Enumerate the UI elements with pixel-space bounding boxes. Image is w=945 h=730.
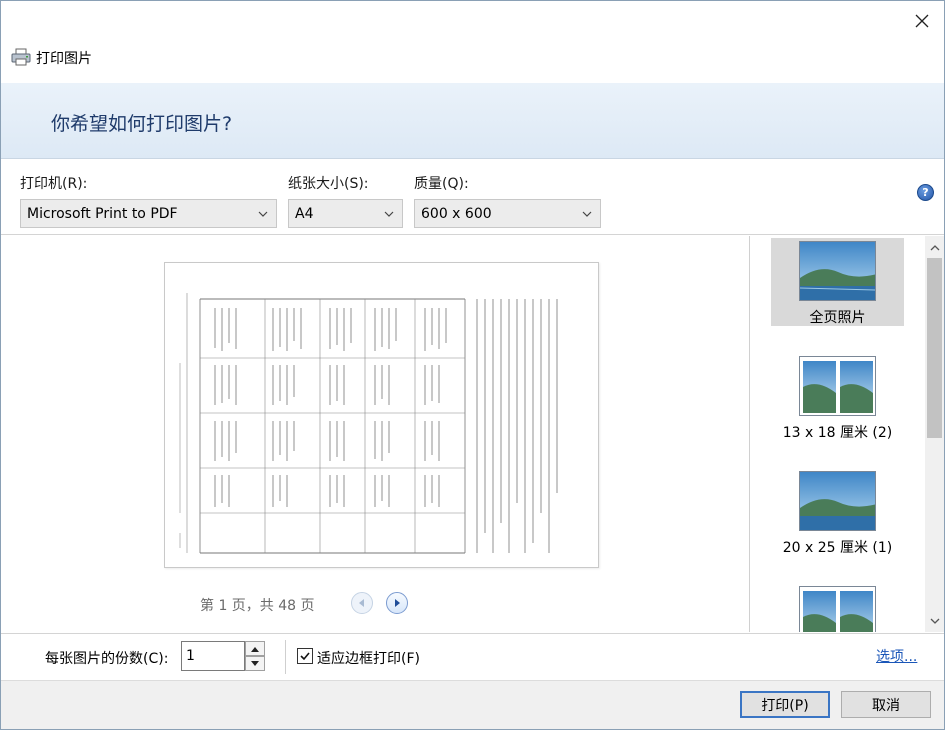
landscape-photo-icon <box>799 471 876 531</box>
dialog-heading: 你希望如何打印图片? <box>51 113 233 135</box>
arrow-right-icon <box>395 599 400 607</box>
page-preview <box>164 262 599 568</box>
window-title: 打印图片 <box>36 51 92 67</box>
chevron-up-icon <box>930 244 939 250</box>
arrow-left-icon <box>359 599 364 607</box>
title-bar: 打印图片 <box>1 1 944 83</box>
scroll-up-button[interactable] <box>925 239 944 256</box>
layout-label: 13 x 18 厘米 (2) <box>782 425 893 441</box>
scrollbar-thumb[interactable] <box>927 258 942 438</box>
chevron-down-icon <box>930 618 939 624</box>
printer-icon <box>11 48 31 66</box>
copies-label: 每张图片的份数(C): <box>45 651 169 667</box>
printer-select-value: Microsoft Print to PDF <box>27 205 178 222</box>
options-link[interactable]: 选项... <box>876 646 917 666</box>
triangle-down-icon <box>251 660 259 666</box>
page-indicator: 第 1 页，共 48 页 <box>200 598 315 614</box>
layout-item-13x18[interactable]: 13 x 18 厘米 (2) <box>771 356 904 444</box>
preview-pane: 第 1 页，共 48 页 <box>1 236 750 632</box>
fit-to-frame-checkbox[interactable] <box>297 648 313 664</box>
copies-decrement-button[interactable] <box>245 656 265 671</box>
chevron-down-icon <box>582 211 592 217</box>
close-button[interactable] <box>910 9 934 33</box>
paper-size-label: 纸张大小(S): <box>288 176 369 192</box>
layout-list: 全页照片 13 x 18 厘米 (2) 20 x 25 厘米 (1) <box>751 236 925 632</box>
dialog-footer: 打印(P) 取消 <box>1 680 944 729</box>
layout-label: 20 x 25 厘米 (1) <box>782 540 893 556</box>
close-icon <box>915 14 929 28</box>
checkmark-icon <box>300 652 310 661</box>
quality-select[interactable]: 600 x 600 <box>414 199 601 228</box>
layout-scrollbar[interactable] <box>925 236 944 632</box>
printer-select[interactable]: Microsoft Print to PDF <box>20 199 277 228</box>
next-page-button[interactable] <box>386 592 408 614</box>
quality-label: 质量(Q): <box>414 176 469 192</box>
document-preview-image <box>165 263 598 567</box>
triangle-up-icon <box>251 646 259 652</box>
separator <box>285 640 286 674</box>
cancel-button[interactable]: 取消 <box>841 691 931 718</box>
paper-size-select[interactable]: A4 <box>288 199 403 228</box>
scroll-down-button[interactable] <box>925 612 944 629</box>
print-button[interactable]: 打印(P) <box>740 691 830 718</box>
help-icon[interactable]: ? <box>917 184 934 201</box>
fit-to-frame-label[interactable]: 适应边框打印(F) <box>317 648 420 668</box>
copies-row: 每张图片的份数(C): 适应边框打印(F) 选项... <box>1 633 944 679</box>
paper-size-select-value: A4 <box>295 205 314 222</box>
layout-item-more[interactable] <box>771 586 904 632</box>
chevron-down-icon <box>384 211 394 217</box>
quality-select-value: 600 x 600 <box>421 205 492 222</box>
header-band: 你希望如何打印图片? <box>1 83 944 159</box>
two-photos-icon <box>799 356 876 416</box>
previous-page-button[interactable] <box>351 592 373 614</box>
print-options-row: 打印机(R): Microsoft Print to PDF 纸张大小(S): … <box>1 159 944 235</box>
landscape-photo-icon <box>799 241 876 301</box>
copies-increment-button[interactable] <box>245 641 265 656</box>
chevron-down-icon <box>258 211 268 217</box>
copies-input[interactable] <box>181 641 245 671</box>
printer-label: 打印机(R): <box>20 176 88 192</box>
layout-label: 全页照片 <box>809 310 866 326</box>
print-pictures-dialog: 打印图片 你希望如何打印图片? 打印机(R): Microsoft Print … <box>0 0 945 730</box>
layout-item-20x25[interactable]: 20 x 25 厘米 (1) <box>771 471 904 559</box>
layout-item-full-page[interactable]: 全页照片 <box>771 238 904 326</box>
two-photos-icon <box>799 586 876 632</box>
